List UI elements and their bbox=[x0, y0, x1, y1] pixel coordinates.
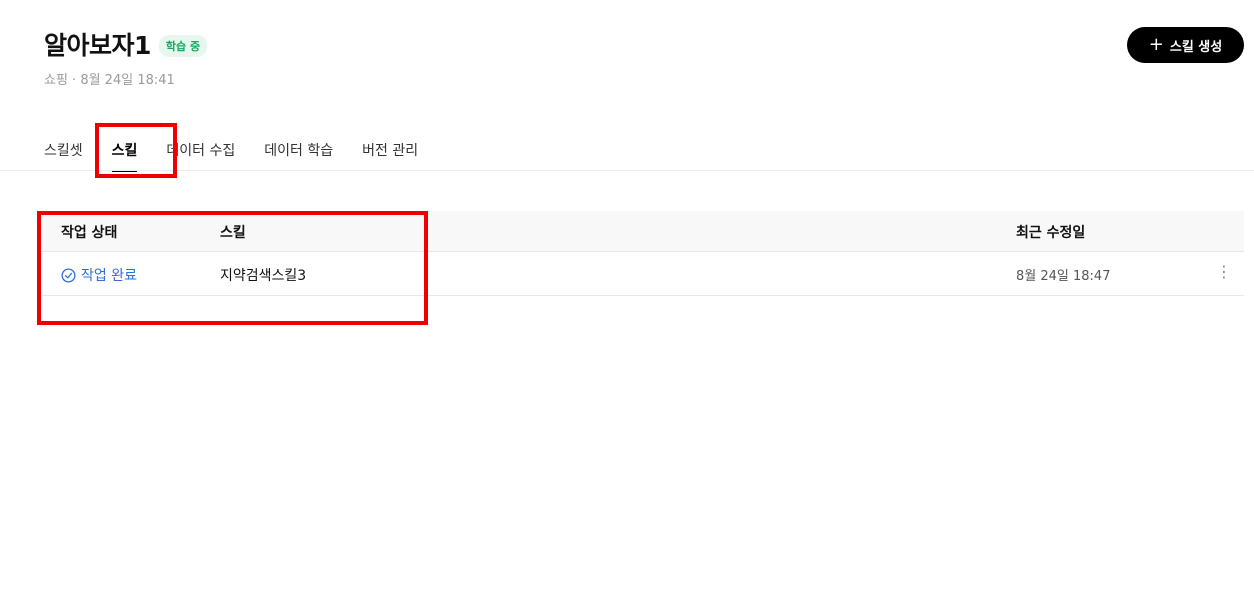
page-title: 알아보자1 bbox=[44, 31, 151, 60]
plus-icon: + bbox=[1148, 34, 1164, 55]
page-meta: 쇼핑 · 8월 24일 18:41 bbox=[44, 73, 175, 88]
column-header-modified: 최근 수정일 bbox=[1016, 225, 1086, 241]
highlight-box-table bbox=[37, 211, 428, 325]
create-skill-button[interactable]: + 스킬 생성 bbox=[1127, 27, 1244, 63]
status-badge: 학습 중 bbox=[158, 35, 208, 57]
title-row: 알아보자1 학습 중 bbox=[44, 26, 208, 62]
more-options-icon[interactable]: ⋮ bbox=[1216, 264, 1232, 280]
modified-date: 8월 24일 18:47 bbox=[1016, 269, 1111, 284]
tab-skillset[interactable]: 스킬셋 bbox=[44, 140, 83, 172]
tabs-divider bbox=[0, 170, 1254, 171]
create-skill-label: 스킬 생성 bbox=[1169, 39, 1223, 55]
tab-data-training[interactable]: 데이터 학습 bbox=[264, 140, 333, 172]
highlight-box-tab bbox=[95, 123, 177, 178]
tab-version-management[interactable]: 버전 관리 bbox=[362, 140, 418, 172]
skill-page: 알아보자1 학습 중 쇼핑 · 8월 24일 18:41 + 스킬 생성 스킬셋… bbox=[0, 0, 1254, 593]
